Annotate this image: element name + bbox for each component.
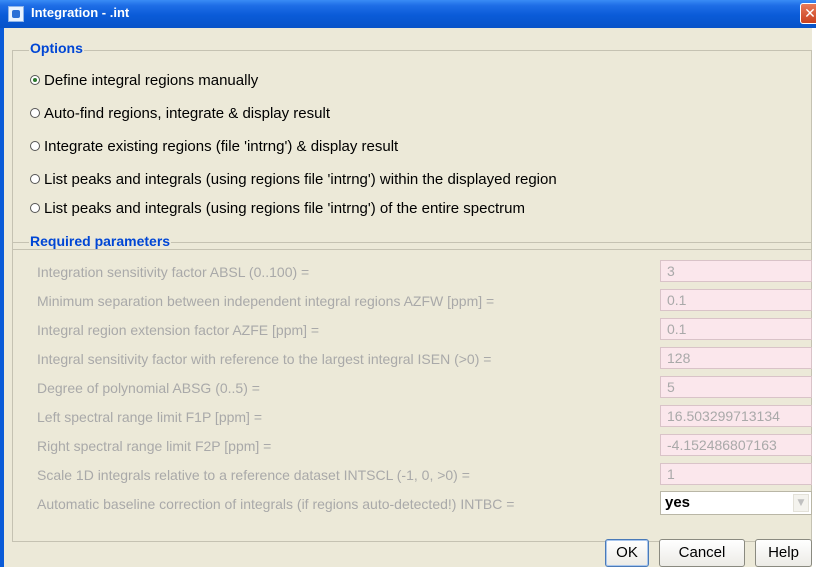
f1p-field[interactable]: 16.503299713134 bbox=[660, 405, 812, 427]
isen-field[interactable]: 128 bbox=[660, 347, 812, 369]
azfw-field[interactable]: 0.1 bbox=[660, 289, 812, 311]
param-label-absl: Integration sensitivity factor ABSL (0..… bbox=[37, 264, 310, 280]
app-icon bbox=[8, 6, 24, 22]
dialog-content: Options Define integral regions manually… bbox=[4, 28, 812, 567]
option-list-displayed[interactable]: List peaks and integrals (using regions … bbox=[30, 168, 557, 190]
window-title: Integration - .int bbox=[31, 5, 130, 20]
radio-selected-icon[interactable] bbox=[30, 75, 40, 85]
azfe-field[interactable]: 0.1 bbox=[660, 318, 812, 340]
radio-icon[interactable] bbox=[30, 141, 40, 151]
integration-dialog: Integration - .int ✕ Options Define inte… bbox=[0, 0, 816, 567]
intbc-select[interactable]: yes ▼ bbox=[660, 491, 812, 515]
param-label-isen: Integral sensitivity factor with referen… bbox=[37, 351, 492, 367]
option-label: Integrate existing regions (file 'intrng… bbox=[44, 137, 399, 155]
option-label: List peaks and integrals (using regions … bbox=[44, 199, 525, 217]
cancel-button[interactable]: Cancel bbox=[659, 539, 745, 567]
param-label-azfe: Integral region extension factor AZFE [p… bbox=[37, 322, 320, 338]
option-define-manually[interactable]: Define integral regions manually bbox=[30, 69, 258, 91]
param-label-f2p: Right spectral range limit F2P [ppm] = bbox=[37, 438, 272, 454]
title-bar[interactable]: Integration - .int ✕ bbox=[0, 0, 816, 28]
param-label-f1p: Left spectral range limit F1P [ppm] = bbox=[37, 409, 263, 425]
radio-icon[interactable] bbox=[30, 203, 40, 213]
param-label-azfw: Minimum separation between independent i… bbox=[37, 293, 495, 309]
param-label-intbc: Automatic baseline correction of integra… bbox=[37, 496, 515, 512]
intscl-field[interactable]: 1 bbox=[660, 463, 812, 485]
option-label: Auto-find regions, integrate & display r… bbox=[44, 104, 330, 122]
param-label-absg: Degree of polynomial ABSG (0..5) = bbox=[37, 380, 260, 396]
option-integrate-existing[interactable]: Integrate existing regions (file 'intrng… bbox=[30, 135, 398, 157]
help-button[interactable]: Help bbox=[755, 539, 812, 567]
chevron-down-icon[interactable]: ▼ bbox=[793, 494, 809, 512]
ok-button[interactable]: OK bbox=[605, 539, 649, 567]
option-label: Define integral regions manually bbox=[44, 71, 259, 89]
options-legend: Options bbox=[29, 40, 84, 56]
close-icon[interactable]: ✕ bbox=[800, 3, 816, 24]
option-label: List peaks and integrals (using regions … bbox=[44, 170, 557, 188]
params-legend: Required parameters bbox=[29, 233, 172, 249]
f2p-field[interactable]: -4.152486807163 bbox=[660, 434, 812, 456]
option-list-entire[interactable]: List peaks and integrals (using regions … bbox=[30, 197, 525, 219]
radio-icon[interactable] bbox=[30, 108, 40, 118]
absl-field[interactable]: 3 bbox=[660, 260, 812, 282]
option-auto-find[interactable]: Auto-find regions, integrate & display r… bbox=[30, 102, 330, 124]
param-label-intscl: Scale 1D integrals relative to a referen… bbox=[37, 467, 470, 483]
intbc-select-value: yes bbox=[665, 494, 691, 511]
radio-icon[interactable] bbox=[30, 174, 40, 184]
absg-field[interactable]: 5 bbox=[660, 376, 812, 398]
